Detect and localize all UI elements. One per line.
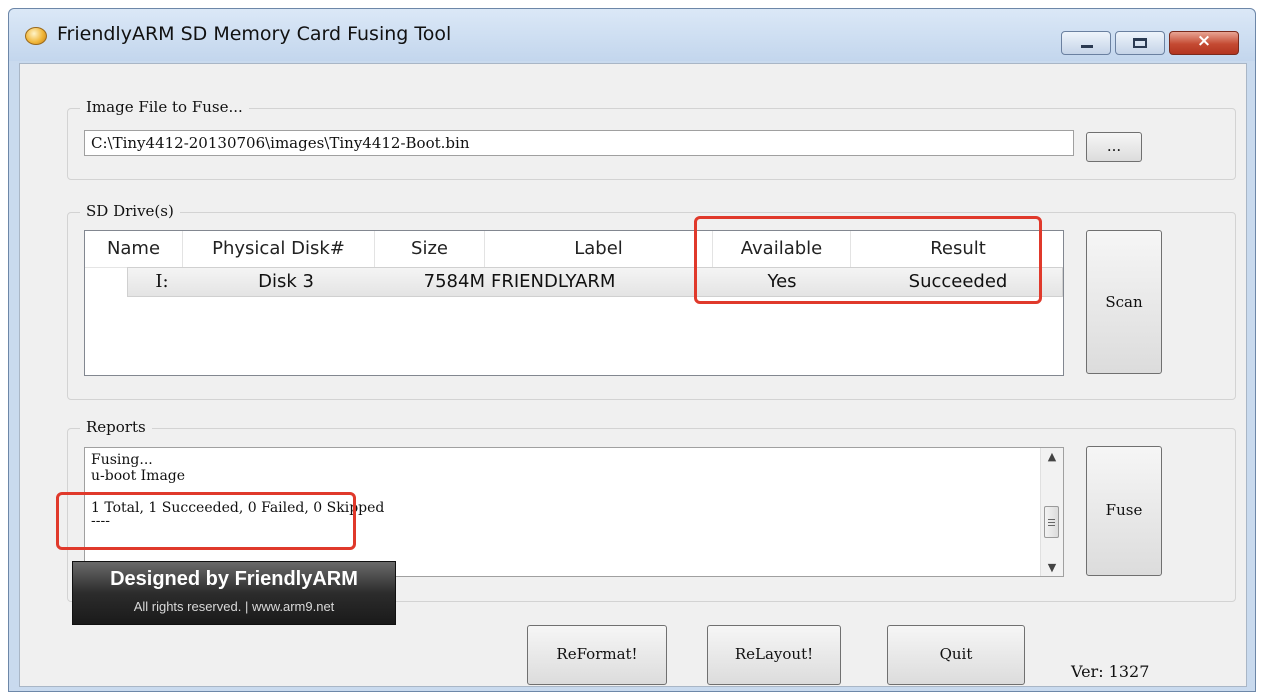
grip-line: [1048, 522, 1055, 523]
relayout-button[interactable]: ReLayout!: [707, 625, 841, 685]
maximize-icon: [1133, 38, 1147, 48]
minimize-icon: [1081, 45, 1093, 48]
image-path-input[interactable]: C:\Tiny4412-20130706\images\Tiny4412-Boo…: [84, 130, 1074, 156]
close-button[interactable]: ×: [1169, 31, 1239, 55]
reports-scrollbar[interactable]: ▲ ▼: [1040, 448, 1063, 576]
browse-button[interactable]: ...: [1086, 132, 1142, 162]
version-label: Ver: 1327: [1071, 662, 1150, 681]
friendlyarm-logo: Designed by FriendlyARM All rights reser…: [72, 561, 396, 625]
minimize-button[interactable]: [1061, 31, 1111, 55]
report-line: u-boot Image: [91, 468, 186, 484]
image-file-legend: Image File to Fuse...: [80, 98, 249, 116]
cell-label: FRIENDLYARM: [491, 271, 616, 292]
scan-button[interactable]: Scan: [1086, 230, 1162, 374]
annotation-highlight-summary: [56, 492, 356, 550]
scroll-thumb[interactable]: [1044, 506, 1059, 538]
cell-physical-disk: Disk 3: [258, 271, 314, 292]
logo-title: Designed by FriendlyARM: [110, 568, 358, 590]
report-line: Fusing...: [91, 452, 153, 468]
cell-size: 7584M: [423, 271, 485, 292]
scroll-up-arrow-icon[interactable]: ▲: [1041, 450, 1063, 463]
window-title: FriendlyARM SD Memory Card Fusing Tool: [57, 23, 452, 45]
annotation-highlight-available-result: [694, 216, 1042, 304]
scroll-down-arrow-icon[interactable]: ▼: [1041, 561, 1063, 574]
reports-legend: Reports: [80, 418, 152, 436]
quit-button[interactable]: Quit: [887, 625, 1025, 685]
grip-line: [1048, 519, 1055, 520]
col-size[interactable]: Size: [375, 231, 485, 267]
sd-drives-legend: SD Drive(s): [80, 202, 180, 220]
fuse-button[interactable]: Fuse: [1086, 446, 1162, 576]
logo-subtitle: All rights reserved. | www.arm9.net: [133, 599, 335, 614]
grip-line: [1048, 525, 1055, 526]
col-name[interactable]: Name: [85, 231, 183, 267]
cell-name: I:: [155, 271, 169, 292]
close-icon: ×: [1196, 31, 1212, 51]
col-label[interactable]: Label: [485, 231, 713, 267]
maximize-button[interactable]: [1115, 31, 1165, 55]
title-bar[interactable]: FriendlyARM SD Memory Card Fusing Tool ×: [9, 9, 1255, 61]
reformat-button[interactable]: ReFormat!: [527, 625, 667, 685]
app-icon: [25, 27, 47, 45]
col-physical-disk[interactable]: Physical Disk#: [183, 231, 375, 267]
